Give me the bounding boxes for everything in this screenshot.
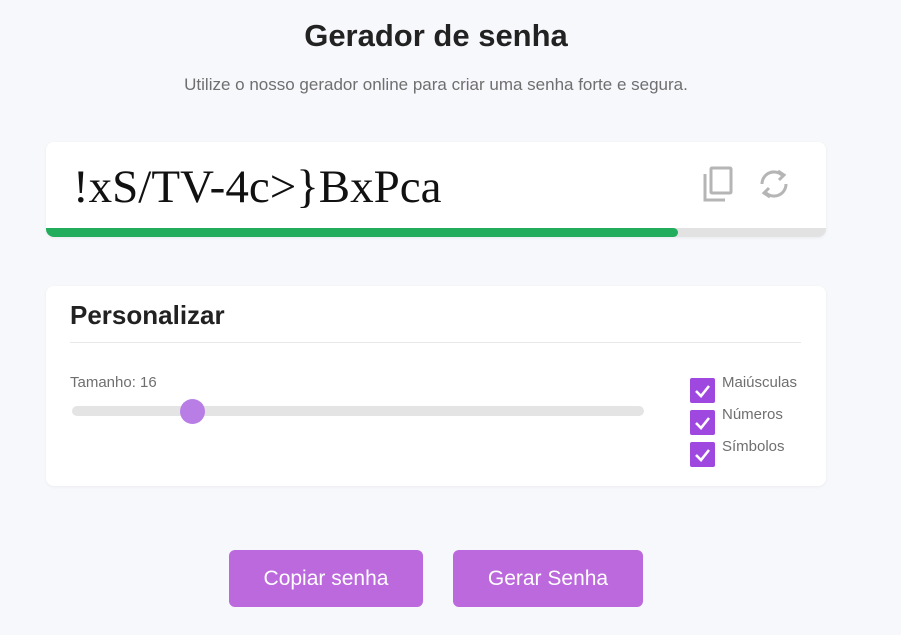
length-slider[interactable]	[72, 399, 644, 424]
customize-panel: Personalizar Tamanho: 16 Maiúsculas Núme…	[46, 286, 826, 486]
customize-title: Personalizar	[70, 300, 225, 330]
generate-password-button[interactable]: Gerar Senha	[453, 550, 643, 607]
divider	[70, 342, 801, 343]
page-title: Gerador de senha	[304, 18, 568, 53]
page-subtitle: Utilize o nosso gerador online para cria…	[184, 75, 688, 94]
check-icon	[695, 449, 711, 462]
check-icon	[695, 417, 711, 430]
length-label: Tamanho: 16	[70, 374, 157, 391]
refresh-icon[interactable]	[754, 162, 794, 206]
password-display[interactable]: !xS/TV-4c>}BxPca	[73, 160, 441, 214]
length-slider-thumb[interactable]	[180, 399, 206, 424]
strength-bar-fill	[46, 228, 678, 237]
strength-bar	[46, 228, 826, 237]
uppercase-checkbox[interactable]	[690, 378, 715, 403]
symbols-label: Símbolos	[722, 438, 785, 455]
password-card: !xS/TV-4c>}BxPca	[46, 142, 826, 237]
copy-password-button[interactable]: Copiar senha	[229, 550, 423, 607]
symbols-checkbox[interactable]	[690, 442, 715, 467]
numbers-checkbox[interactable]	[690, 410, 715, 435]
numbers-label: Números	[722, 406, 783, 423]
check-icon	[695, 385, 711, 398]
uppercase-label: Maiúsculas	[722, 374, 798, 391]
copy-icon[interactable]	[700, 162, 740, 206]
password-generator-page: Gerador de senha Utilize o nosso gerador…	[0, 0, 901, 635]
